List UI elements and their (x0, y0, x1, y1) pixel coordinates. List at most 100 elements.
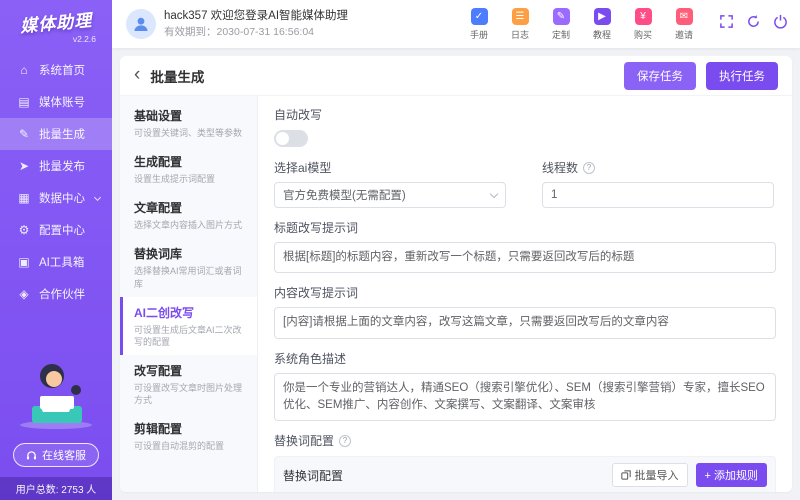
threads-value: 1 (551, 189, 558, 201)
app-logo: 媒体助理 v2.2.6 (0, 0, 112, 46)
auto-rewrite-label: 自动改写 (274, 108, 323, 122)
user-icon (134, 17, 148, 31)
save-task-button[interactable]: 保存任务 (624, 61, 696, 90)
chevron-down-icon (489, 189, 499, 198)
header-action-invite[interactable]: ✉ 邀请 (670, 7, 698, 41)
sidebar-item-label: 系统首页 (39, 65, 85, 77)
title-prompt-textarea[interactable]: 根据[标题]的标题内容，重新改写一个标题，只需要返回改写后的标题 (274, 242, 776, 274)
role-textarea[interactable]: 你是一个专业的营销达人，精通SEO（搜索引擎优化）、SEM（搜索引擎营销）专家，… (274, 372, 776, 421)
validity-text: 有效期到：2030-07-31 16:56:04 (164, 25, 314, 38)
role-label: 系统角色描述 (274, 351, 347, 366)
sidebar-item-label: AI工具箱 (39, 257, 85, 269)
top-bar: hack357 欢迎您登录AI智能媒体助理 有效期到：2030-07-31 16… (112, 0, 800, 48)
step-article-config[interactable]: 文章配置 选择文章内容插入图片方式 (120, 192, 257, 238)
replace-config-label-text: 替换词配置 (274, 434, 335, 448)
threads-input[interactable]: 1 (542, 182, 774, 208)
user-total: 用户总数: 2753 人 (0, 477, 112, 500)
step-title: 剪辑配置 (134, 422, 183, 437)
fullscreen-icon[interactable] (719, 14, 734, 29)
sidebar-item-batch-publish[interactable]: ➤ 批量发布 (0, 150, 112, 182)
partner-icon: ◈ (19, 287, 29, 301)
threads-label: 线程数 ? (542, 159, 774, 176)
toolbox-icon: ▣ (18, 255, 30, 269)
media-account-icon: ▤ (18, 95, 30, 109)
sidebar-item-label: 批量发布 (39, 161, 85, 173)
step-title: 替换词库 (134, 247, 183, 262)
steps-nav: 基础设置 可设置关键词、类型等参数 生成配置 设置生成提示词配置 文章配置 选择… (120, 96, 258, 492)
step-basic-settings[interactable]: 基础设置 可设置关键词、类型等参数 (120, 100, 257, 146)
app-version: v2.2.6 (72, 34, 96, 44)
header-action-manual[interactable]: ✓ 手册 (465, 7, 493, 41)
sidebar-item-home[interactable]: ⌂ 系统首页 (0, 54, 112, 86)
sidebar-item-label: 数据中心 (39, 193, 85, 205)
sidebar-item-partners[interactable]: ◈ 合作伙伴 (0, 278, 112, 310)
avatar[interactable] (126, 9, 156, 39)
step-ai-rewrite[interactable]: AI二创改写 可设置生成后文章AI二次改写的配置 (120, 296, 257, 355)
custom-icon: ✎ (552, 7, 570, 25)
sidebar-item-label: 合作伙伴 (39, 289, 85, 301)
help-icon[interactable]: ? (339, 434, 352, 447)
header-action-label: 购买 (633, 29, 652, 40)
rewrite-form: 自动改写 选择ai模型 官方免费模型(无需配置) 线程数 ? 1 标题改写提示词… (258, 96, 792, 492)
refresh-icon[interactable] (746, 14, 761, 29)
step-generation-config[interactable]: 生成配置 设置生成提示词配置 (120, 146, 257, 192)
content-prompt-label: 内容改写提示词 (274, 286, 359, 301)
chevron-down-icon (93, 193, 102, 201)
header-action-buy[interactable]: ¥ 购买 (629, 7, 657, 41)
auto-rewrite-toggle[interactable] (274, 130, 308, 147)
sidebar-item-label: 媒体账号 (39, 97, 85, 109)
manual-icon: ✓ (470, 7, 488, 25)
replace-panel-header: 替换词配置 批量导入 + 添加规则 (275, 457, 775, 492)
gear-icon: ⚙ (18, 223, 30, 237)
model-label: 选择ai模型 (274, 161, 332, 175)
step-title: 基础设置 (134, 109, 183, 123)
add-rule-button[interactable]: + 添加规则 (695, 463, 767, 487)
header-action-tutorial[interactable]: ▶ 教程 (588, 7, 616, 41)
header-action-custom[interactable]: ✎ 定制 (547, 7, 575, 41)
header-action-logs[interactable]: ☰ 日志 (506, 7, 534, 41)
step-title: AI二创改写 (134, 305, 195, 320)
step-desc: 选择替换AI常用词汇或者词库 (134, 266, 242, 289)
batch-import-button[interactable]: 批量导入 (611, 463, 688, 487)
model-thread-row: 选择ai模型 官方免费模型(无需配置) 线程数 ? 1 (274, 159, 776, 208)
header-action-label: 教程 (592, 29, 611, 40)
back-button[interactable]: ‹ (134, 65, 140, 87)
replace-words-panel: 替换词配置 批量导入 + 添加规则 (274, 456, 776, 492)
threads-label-text: 线程数 (542, 161, 579, 175)
sidebar-item-label: 批量生成 (39, 129, 85, 141)
customer-service-illustration (10, 356, 102, 435)
main-area: ‹ 批量生成 保存任务 执行任务 基础设置 可设置关键词、类型等参数 生成配置 … (112, 48, 800, 500)
app-logo-text: 媒体助理 (19, 10, 93, 37)
welcome-text: hack357 欢迎您登录AI智能媒体助理 (164, 10, 349, 23)
sidebar-item-ai-toolbox[interactable]: ▣ AI工具箱 (0, 246, 112, 278)
pencil-icon: ✎ (18, 127, 30, 141)
model-select-value: 官方免费模型(无需配置) (283, 190, 406, 202)
power-icon[interactable] (773, 14, 788, 29)
step-desc: 可设置改写文章时图片处理方式 (134, 382, 243, 406)
step-desc: 选择文章内容插入图片方式 (134, 220, 243, 231)
step-desc: 可设置关键词、类型等参数 (134, 128, 243, 138)
help-icon[interactable]: ? (583, 161, 596, 174)
sidebar: 媒体助理 v2.2.6 ⌂ 系统首页 ▤ 媒体账号 ✎ 批量生成 ➤ 批量发布 … (0, 0, 112, 500)
window-controls (719, 8, 788, 29)
step-clip-config[interactable]: 剪辑配置 可设置自动混剪的配置 (120, 413, 257, 459)
sidebar-item-config-center[interactable]: ⚙ 配置中心 (0, 214, 112, 246)
model-select[interactable]: 官方免费模型(无需配置) (274, 182, 506, 208)
sidebar-item-batch-generate[interactable]: ✎ 批量生成 (0, 118, 112, 150)
step-rewrite-config[interactable]: 改写配置 可设置改写文章时图片处理方式 (120, 355, 257, 413)
step-desc: 可设置自动混剪的配置 (134, 441, 225, 452)
card-body: 基础设置 可设置关键词、类型等参数 生成配置 设置生成提示词配置 文章配置 选择… (120, 96, 792, 492)
content-prompt-textarea[interactable]: [内容]请根据上面的文章内容，改写这篇文章，只需要返回改写后的文章内容 (274, 307, 776, 339)
step-desc: 可设置生成后文章AI二次改写的配置 (134, 324, 242, 347)
header-action-label: 定制 (551, 29, 570, 40)
card-header: ‹ 批量生成 保存任务 执行任务 (120, 56, 792, 96)
step-desc: 设置生成提示词配置 (134, 174, 216, 185)
batch-import-label: 批量导入 (634, 470, 679, 482)
page-title: 批量生成 (150, 69, 205, 85)
step-thesaurus[interactable]: 替换词库 选择替换AI常用词汇或者词库 (120, 238, 257, 296)
run-task-button[interactable]: 执行任务 (706, 61, 778, 90)
online-service-button[interactable]: 在线客服 (13, 443, 99, 467)
title-prompt-label: 标题改写提示词 (274, 221, 359, 235)
sidebar-item-media-accounts[interactable]: ▤ 媒体账号 (0, 86, 112, 118)
sidebar-item-data-center[interactable]: ▦ 数据中心 (0, 182, 112, 214)
